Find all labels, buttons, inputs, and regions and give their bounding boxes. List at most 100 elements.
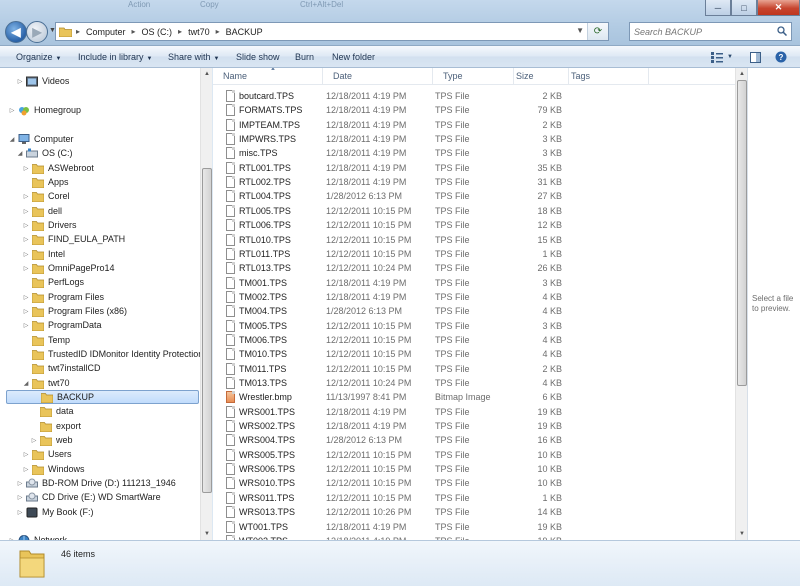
organize-menu[interactable]: Organize ▼ <box>16 52 61 62</box>
chevron-right-icon[interactable]: ▸ <box>216 27 220 36</box>
file-list[interactable]: Name ▲ Date Type Size Tags boutcard.TPS 12… <box>213 68 735 540</box>
file-row[interactable]: TM006.TPS 12/12/2011 10:15 PM TPS File 4 KB <box>213 333 735 347</box>
nav-item[interactable]: ▷ Drivers <box>22 218 77 232</box>
nav-item[interactable]: data <box>30 404 74 418</box>
search-icon[interactable] <box>777 26 787 36</box>
nav-item[interactable]: Temp <box>22 333 70 347</box>
change-view-button[interactable]: ▼ <box>711 51 733 63</box>
nav-item[interactable]: ▷ Program Files (x86) <box>22 304 127 318</box>
help-button[interactable]: ? <box>775 51 787 63</box>
nav-item[interactable]: ▷ dell <box>22 204 62 218</box>
file-row[interactable]: misc.TPS 12/18/2011 4:19 PM TPS File 3 KB <box>213 146 735 160</box>
nav-item[interactable]: ▷ My Book (F:) <box>16 505 94 519</box>
forward-button[interactable]: ▶ <box>26 21 48 43</box>
collapsed-arrow-icon[interactable]: ▷ <box>22 251 30 258</box>
expanded-arrow-icon[interactable]: ◢ <box>16 150 24 157</box>
scrollbar-thumb[interactable] <box>202 168 212 493</box>
collapsed-arrow-icon[interactable]: ▷ <box>16 509 24 516</box>
scroll-down-icon[interactable]: ▼ <box>201 528 213 540</box>
chevron-down-icon[interactable]: ▼ <box>576 26 584 35</box>
file-row[interactable]: TM004.TPS 1/28/2012 6:13 PM TPS File 4 KB <box>213 304 735 318</box>
nav-item[interactable]: ▷ Program Files <box>22 290 104 304</box>
collapsed-arrow-icon[interactable]: ▷ <box>22 222 30 229</box>
collapsed-arrow-icon[interactable]: ▷ <box>16 494 24 501</box>
nav-item[interactable]: ▷ Users <box>22 447 72 461</box>
file-row[interactable]: RTL006.TPS 12/12/2011 10:15 PM TPS File 12 … <box>213 218 735 232</box>
file-row[interactable]: TM011.TPS 12/12/2011 10:15 PM TPS File 2 KB <box>213 362 735 376</box>
breadcrumb-computer[interactable]: Computer <box>86 27 126 37</box>
file-row[interactable]: RTL004.TPS 1/28/2012 6:13 PM TPS File 27 KB <box>213 189 735 203</box>
breadcrumb-backup[interactable]: BACKUP <box>226 27 263 37</box>
column-header-tags[interactable]: Tags <box>569 68 649 84</box>
file-row[interactable]: boutcard.TPS 12/18/2011 4:19 PM TPS File 2 … <box>213 89 735 103</box>
file-row[interactable]: RTL002.TPS 12/18/2011 4:19 PM TPS File 31 K… <box>213 175 735 189</box>
file-row[interactable]: WRS004.TPS 1/28/2012 6:13 PM TPS File 16 KB <box>213 433 735 447</box>
nav-item[interactable]: ▷ Corel <box>22 189 70 203</box>
collapsed-arrow-icon[interactable]: ▷ <box>22 451 30 458</box>
nav-item[interactable]: ▷ Videos <box>16 74 69 88</box>
file-row[interactable]: FORMATS.TPS 12/18/2011 4:19 PM TPS File 79 … <box>213 103 735 117</box>
chevron-right-icon[interactable]: ▸ <box>132 27 136 36</box>
expanded-arrow-icon[interactable]: ◢ <box>22 380 30 387</box>
file-row[interactable]: RTL011.TPS 12/12/2011 10:15 PM TPS File 1 K… <box>213 247 735 261</box>
nav-item[interactable]: ▷ BD-ROM Drive (D:) 111213_1946 <box>16 476 176 490</box>
nav-item[interactable]: ◢ Computer <box>8 132 74 146</box>
nav-item[interactable]: ▷ Windows <box>22 462 85 476</box>
expanded-arrow-icon[interactable]: ◢ <box>8 136 16 143</box>
collapsed-arrow-icon[interactable]: ▷ <box>22 265 30 272</box>
slide-show-button[interactable]: Slide show <box>236 52 280 62</box>
collapsed-arrow-icon[interactable]: ▷ <box>16 78 24 85</box>
file-list-scrollbar[interactable]: ▲ ▼ <box>735 68 747 540</box>
collapsed-arrow-icon[interactable]: ▷ <box>22 208 30 215</box>
file-row[interactable]: TM005.TPS 12/12/2011 10:15 PM TPS File 3 KB <box>213 319 735 333</box>
navigation-pane-scrollbar[interactable]: ▲ ▼ <box>200 68 212 540</box>
nav-item[interactable]: ▷ OmniPagePro14 <box>22 261 115 275</box>
search-box[interactable] <box>629 22 792 41</box>
file-row[interactable]: TM002.TPS 12/18/2011 4:19 PM TPS File 4 KB <box>213 290 735 304</box>
collapsed-arrow-icon[interactable]: ▷ <box>22 308 30 315</box>
nav-item[interactable]: ▷Network <box>8 533 67 540</box>
navigation-pane[interactable]: ▷ Videos ▷ Homegroup ◢ Computer ◢ OS (C:) ▷ ASWeb… <box>0 68 212 540</box>
nav-item[interactable]: Apps <box>22 175 69 189</box>
scroll-up-icon[interactable]: ▲ <box>201 68 213 80</box>
collapsed-arrow-icon[interactable]: ▷ <box>22 165 30 172</box>
nav-item[interactable]: twt7installCD <box>22 361 101 375</box>
collapsed-arrow-icon[interactable]: ▷ <box>22 322 30 329</box>
address-bar[interactable]: ▸ Computer ▸ OS (C:) ▸ twt70 ▸ BACKUP ▼ … <box>55 22 609 41</box>
collapsed-arrow-icon[interactable]: ▷ <box>16 480 24 487</box>
collapsed-arrow-icon[interactable]: ▷ <box>30 437 38 444</box>
file-row[interactable]: RTL010.TPS 12/12/2011 10:15 PM TPS File 15 … <box>213 233 735 247</box>
burn-button[interactable]: Burn <box>295 52 314 62</box>
file-row[interactable]: WRS013.TPS 12/12/2011 10:26 PM TPS File 14 … <box>213 505 735 519</box>
nav-item[interactable]: ▷ Homegroup <box>8 103 81 117</box>
breadcrumb-os-c[interactable]: OS (C:) <box>142 27 173 37</box>
file-row[interactable]: IMPTEAM.TPS 12/18/2011 4:19 PM TPS File 2 K… <box>213 118 735 132</box>
file-row[interactable]: RTL005.TPS 12/12/2011 10:15 PM TPS File 18 … <box>213 204 735 218</box>
column-header-size[interactable]: Size <box>514 68 569 84</box>
nav-item[interactable]: BACKUP <box>6 390 199 404</box>
file-row[interactable]: WRS005.TPS 12/12/2011 10:15 PM TPS File 10 … <box>213 448 735 462</box>
file-row[interactable]: TM001.TPS 12/18/2011 4:19 PM TPS File 3 KB <box>213 276 735 290</box>
file-row[interactable]: WRS010.TPS 12/12/2011 10:15 PM TPS File 10 … <box>213 476 735 490</box>
file-row[interactable]: WRS011.TPS 12/12/2011 10:15 PM TPS File 1 K… <box>213 491 735 505</box>
back-button[interactable]: ◀ <box>5 21 27 43</box>
minimize-button[interactable]: ─ <box>705 0 731 16</box>
collapsed-arrow-icon[interactable]: ▷ <box>22 294 30 301</box>
nav-item[interactable]: export <box>30 419 81 433</box>
preview-pane-button[interactable] <box>750 51 761 63</box>
file-row[interactable]: TM013.TPS 12/12/2011 10:24 PM TPS File 4 KB <box>213 376 735 390</box>
file-row[interactable]: TM010.TPS 12/12/2011 10:15 PM TPS File 4 KB <box>213 347 735 361</box>
new-folder-button[interactable]: New folder <box>332 52 375 62</box>
column-header-date[interactable]: Date <box>323 68 433 84</box>
column-header-type[interactable]: Type <box>433 68 514 84</box>
chevron-right-icon[interactable]: ▸ <box>178 27 182 36</box>
file-row[interactable]: RTL001.TPS 12/18/2011 4:19 PM TPS File 35 K… <box>213 161 735 175</box>
file-row[interactable]: IMPWRS.TPS 12/18/2011 4:19 PM TPS File 3 KB <box>213 132 735 146</box>
column-header-name[interactable]: Name ▲ <box>213 68 323 84</box>
file-row[interactable]: WRS002.TPS 12/18/2011 4:19 PM TPS File 19 K… <box>213 419 735 433</box>
refresh-button[interactable]: ⟳ <box>587 23 608 40</box>
collapsed-arrow-icon[interactable]: ▷ <box>22 236 30 243</box>
scrollbar-thumb[interactable] <box>737 80 747 386</box>
nav-item[interactable]: ▷ Intel <box>22 247 65 261</box>
include-in-library-menu[interactable]: Include in library ▼ <box>78 52 152 62</box>
